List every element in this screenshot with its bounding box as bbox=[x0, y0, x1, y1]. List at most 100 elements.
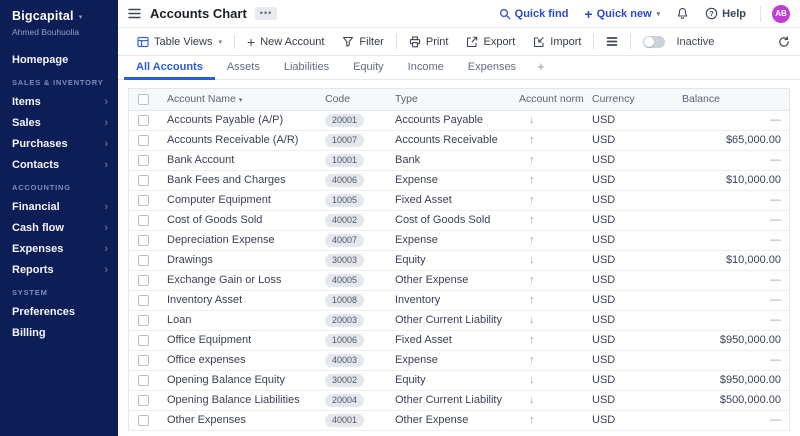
cell-account-normal: ↓ bbox=[511, 110, 584, 130]
inactive-toggle[interactable] bbox=[643, 36, 665, 48]
table-views-button[interactable]: Table Views ▾ bbox=[128, 31, 231, 53]
accounts-table-body: Accounts Payable (A/P)20001Accounts Paya… bbox=[129, 110, 789, 430]
table-row[interactable]: Opening Balance Equity30002Equity↓USD$95… bbox=[129, 370, 789, 390]
sidebar-item-expenses[interactable]: Expenses› bbox=[0, 238, 118, 259]
sidebar-item-financial[interactable]: Financial› bbox=[0, 196, 118, 217]
sidebar-item-items[interactable]: Items› bbox=[0, 91, 118, 112]
row-checkbox[interactable] bbox=[138, 415, 149, 426]
sidebar-item-contacts[interactable]: Contacts› bbox=[0, 154, 118, 175]
table-row[interactable]: Office Equipment10006Fixed Asset↑USD$950… bbox=[129, 330, 789, 350]
tab-all-accounts[interactable]: All Accounts bbox=[124, 56, 215, 80]
tab-expenses[interactable]: Expenses bbox=[456, 56, 528, 80]
quick-new-label: Quick new bbox=[597, 8, 652, 20]
import-button[interactable]: Import bbox=[524, 31, 590, 53]
column-header-code[interactable]: Code bbox=[317, 89, 387, 110]
column-header-balance[interactable]: Balance bbox=[674, 89, 789, 110]
row-checkbox[interactable] bbox=[138, 195, 149, 206]
new-account-label: New Account bbox=[260, 36, 324, 48]
row-checkbox[interactable] bbox=[138, 215, 149, 226]
cell-checkbox bbox=[129, 210, 159, 230]
row-checkbox[interactable] bbox=[138, 355, 149, 366]
sidebar-item-sales[interactable]: Sales› bbox=[0, 112, 118, 133]
cell-checkbox bbox=[129, 250, 159, 270]
add-tab-button[interactable]: + bbox=[528, 56, 554, 80]
row-density-button[interactable] bbox=[597, 31, 627, 53]
cell-code: 40002 bbox=[317, 210, 387, 230]
cell-account-normal: ↑ bbox=[511, 330, 584, 350]
cell-account-normal: ↓ bbox=[511, 250, 584, 270]
column-header-currency[interactable]: Currency bbox=[584, 89, 674, 110]
print-button[interactable]: Print bbox=[400, 31, 458, 53]
cell-account-normal: ↑ bbox=[511, 410, 584, 430]
import-icon bbox=[533, 36, 545, 48]
table-row[interactable]: Bank Fees and Charges40006Expense↑USD$10… bbox=[129, 170, 789, 190]
new-account-button[interactable]: + New Account bbox=[238, 31, 333, 53]
toolbar-divider bbox=[396, 34, 397, 49]
sidebar-item-label: Homepage bbox=[12, 54, 68, 66]
row-checkbox[interactable] bbox=[138, 155, 149, 166]
table-row[interactable]: Opening Balance Liabilities20004Other Cu… bbox=[129, 390, 789, 410]
table-row[interactable]: Accounts Receivable (A/R)10007Accounts R… bbox=[129, 130, 789, 150]
help-button[interactable]: ? Help bbox=[705, 7, 746, 20]
cell-code: 20003 bbox=[317, 310, 387, 330]
hamburger-menu-icon[interactable] bbox=[128, 8, 141, 19]
table-row[interactable]: Office expenses40003Expense↑USD— bbox=[129, 350, 789, 370]
row-checkbox[interactable] bbox=[138, 135, 149, 146]
page-more-icon[interactable]: ••• bbox=[255, 7, 277, 20]
sidebar-item-homepage[interactable]: Homepage bbox=[0, 49, 118, 70]
export-button[interactable]: Export bbox=[457, 31, 524, 53]
table-row[interactable]: Other Expenses40001Other Expense↑USD— bbox=[129, 410, 789, 430]
cell-balance: $500,000.00 bbox=[674, 390, 789, 410]
table-row[interactable]: Loan20003Other Current Liability↓USD— bbox=[129, 310, 789, 330]
arrow-up-icon: ↑ bbox=[519, 354, 535, 366]
tab-income[interactable]: Income bbox=[396, 56, 456, 80]
quick-find-button[interactable]: Quick find bbox=[499, 8, 569, 20]
table-row[interactable]: Drawings30003Equity↓USD$10,000.00 bbox=[129, 250, 789, 270]
row-checkbox[interactable] bbox=[138, 275, 149, 286]
chevron-down-icon: ▾ bbox=[219, 38, 223, 46]
cell-currency: USD bbox=[584, 330, 674, 350]
row-checkbox[interactable] bbox=[138, 255, 149, 266]
sidebar-item-billing[interactable]: Billing bbox=[0, 322, 118, 343]
sidebar-item-cash-flow[interactable]: Cash flow› bbox=[0, 217, 118, 238]
table-row[interactable]: Accounts Payable (A/P)20001Accounts Paya… bbox=[129, 110, 789, 130]
quick-new-button[interactable]: + Quick new ▾ bbox=[584, 8, 660, 20]
column-header-account-normal[interactable]: Account normal bbox=[511, 89, 584, 110]
filter-button[interactable]: Filter bbox=[333, 31, 392, 53]
row-checkbox[interactable] bbox=[138, 395, 149, 406]
tab-assets[interactable]: Assets bbox=[215, 56, 272, 80]
user-avatar[interactable]: AB bbox=[772, 5, 790, 23]
table-row[interactable]: Depreciation Expense40007Expense↑USD— bbox=[129, 230, 789, 250]
code-badge: 30002 bbox=[325, 374, 364, 387]
tab-equity[interactable]: Equity bbox=[341, 56, 396, 80]
cell-type: Other Current Liability bbox=[387, 390, 511, 410]
row-checkbox[interactable] bbox=[138, 175, 149, 186]
table-row[interactable]: Exchange Gain or Loss40005Other Expense↑… bbox=[129, 270, 789, 290]
tab-liabilities[interactable]: Liabilities bbox=[272, 56, 341, 80]
organization-switcher[interactable]: Bigcapital ▾ bbox=[0, 9, 118, 23]
table-row[interactable]: Cost of Goods Sold40002Cost of Goods Sol… bbox=[129, 210, 789, 230]
sidebar-item-purchases[interactable]: Purchases› bbox=[0, 133, 118, 154]
filter-icon bbox=[342, 36, 354, 47]
cell-code: 20001 bbox=[317, 110, 387, 130]
sidebar-item-reports[interactable]: Reports› bbox=[0, 259, 118, 280]
sidebar-section-label: ACCOUNTING bbox=[0, 175, 118, 196]
column-header-account-name[interactable]: Account Name▾ bbox=[159, 89, 317, 110]
table-row[interactable]: Inventory Asset10008Inventory↑USD— bbox=[129, 290, 789, 310]
row-checkbox[interactable] bbox=[138, 375, 149, 386]
select-all-checkbox[interactable] bbox=[138, 94, 149, 105]
column-header-type[interactable]: Type bbox=[387, 89, 511, 110]
notifications-button[interactable] bbox=[676, 7, 689, 20]
table-row[interactable]: Bank Account10001Bank↑USD— bbox=[129, 150, 789, 170]
row-checkbox[interactable] bbox=[138, 295, 149, 306]
row-checkbox[interactable] bbox=[138, 115, 149, 126]
row-checkbox[interactable] bbox=[138, 335, 149, 346]
cell-checkbox bbox=[129, 310, 159, 330]
sidebar-item-preferences[interactable]: Preferences bbox=[0, 301, 118, 322]
row-checkbox[interactable] bbox=[138, 235, 149, 246]
cell-balance: — bbox=[674, 150, 789, 170]
refresh-button[interactable] bbox=[778, 36, 790, 48]
table-row[interactable]: Computer Equipment10005Fixed Asset↑USD— bbox=[129, 190, 789, 210]
cell-checkbox bbox=[129, 290, 159, 310]
row-checkbox[interactable] bbox=[138, 315, 149, 326]
